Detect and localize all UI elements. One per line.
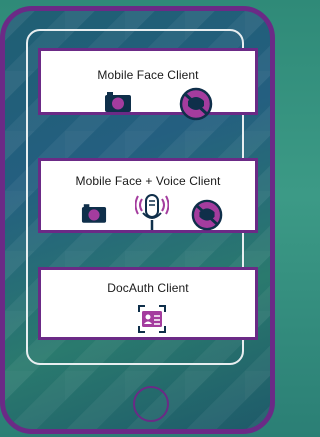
home-button (133, 386, 169, 422)
camera-icon (81, 203, 107, 229)
card-docauth-client: DocAuth Client (38, 267, 258, 340)
card-title: Mobile Face Client (97, 68, 199, 82)
id-card-icon (136, 303, 168, 340)
card-title: DocAuth Client (107, 281, 189, 295)
card-title: Mobile Face + Voice Client (75, 174, 221, 188)
card-mobile-face-voice-client: Mobile Face + Voice Client (38, 158, 258, 233)
camera-icon (104, 91, 132, 118)
microphone-icon (134, 191, 170, 238)
card-mobile-face-client: Mobile Face Client (38, 48, 258, 121)
no-mask-icon (191, 199, 223, 236)
no-mask-icon (179, 87, 213, 126)
